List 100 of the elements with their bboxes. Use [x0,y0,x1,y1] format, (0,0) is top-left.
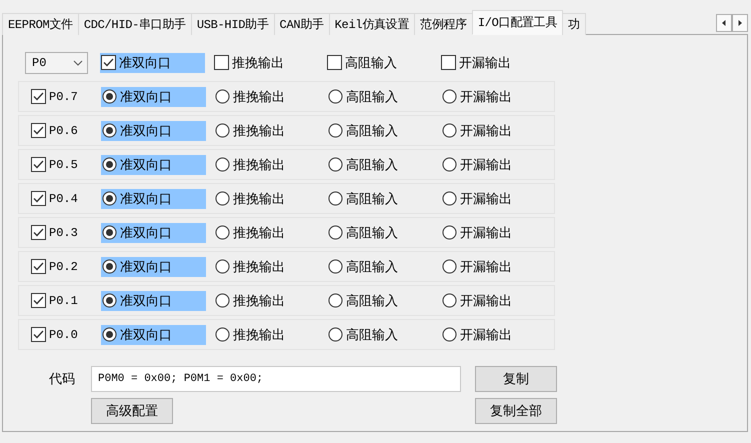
radio-label: 开漏输出 [460,224,512,242]
radio-button[interactable] [442,259,457,274]
copy-all-button[interactable]: 复制全部 [475,398,557,424]
radio-button[interactable] [328,225,343,240]
radio-button[interactable] [102,225,117,240]
pin-label: P0.6 [49,124,78,138]
radio-label: 高阻输入 [346,190,398,208]
tab[interactable]: USB-HID助手 [190,13,275,35]
radio-button[interactable] [102,191,117,206]
pin-label: P0.4 [49,192,78,206]
pin-label: P0.7 [49,90,78,104]
radio-button[interactable] [328,123,343,138]
radio-label: 高阻输入 [346,326,398,344]
radio-button[interactable] [102,157,117,172]
radio-label: 高阻输入 [346,122,398,140]
radio-button[interactable] [442,293,457,308]
radio-label: 准双向口 [120,224,172,242]
checkbox-label: 开漏输出 [459,54,511,72]
radio-label: 开漏输出 [460,326,512,344]
advanced-config-button[interactable]: 高级配置 [91,398,173,424]
radio-button[interactable] [328,191,343,206]
checkbox[interactable] [31,89,46,104]
radio-button[interactable] [442,157,457,172]
radio-button[interactable] [215,293,230,308]
radio-button[interactable] [442,123,457,138]
checkbox-label: 准双向口 [119,54,171,72]
code-label: 代码 [49,371,75,388]
radio-button[interactable] [215,327,230,342]
tab[interactable]: 功 [562,13,586,35]
radio-label: 开漏输出 [460,292,512,310]
checkbox[interactable] [31,259,46,274]
copy-button[interactable]: 复制 [475,366,557,392]
radio-label: 推挽输出 [233,292,285,310]
pin-label: P0.5 [49,158,78,172]
radio-label: 高阻输入 [346,156,398,174]
tab[interactable]: CDC/HID-串口助手 [78,13,192,35]
radio-label: 开漏输出 [460,156,512,174]
radio-label: 开漏输出 [460,88,512,106]
radio-button[interactable] [215,225,230,240]
scroll-right-icon[interactable] [732,14,748,32]
tab[interactable]: CAN助手 [274,13,330,35]
radio-button[interactable] [215,89,230,104]
radio-button[interactable] [442,89,457,104]
radio-button[interactable] [442,191,457,206]
checkbox[interactable] [327,55,342,70]
radio-label: 推挽输出 [233,156,285,174]
checkbox[interactable] [31,327,46,342]
radio-label: 推挽输出 [233,258,285,276]
radio-button[interactable] [215,123,230,138]
radio-label: 高阻输入 [346,224,398,242]
radio-button[interactable] [102,293,117,308]
tab[interactable]: Keil仿真设置 [328,13,416,35]
radio-label: 高阻输入 [346,292,398,310]
pin-label: P0.0 [49,328,78,342]
radio-label: 推挽输出 [233,190,285,208]
pin-label: P0.2 [49,260,78,274]
radio-button[interactable] [102,89,117,104]
radio-button[interactable] [328,89,343,104]
checkbox[interactable] [31,293,46,308]
radio-button[interactable] [442,327,457,342]
radio-button[interactable] [215,259,230,274]
radio-button[interactable] [442,225,457,240]
radio-button[interactable] [328,327,343,342]
radio-label: 开漏输出 [460,122,512,140]
pin-label: P0.3 [49,226,78,240]
radio-button[interactable] [328,293,343,308]
radio-button[interactable] [328,259,343,274]
radio-label: 准双向口 [120,326,172,344]
checkbox-label: 高阻输入 [345,54,397,72]
checkbox[interactable] [214,55,229,70]
radio-button[interactable] [328,157,343,172]
radio-button[interactable] [215,191,230,206]
checkbox[interactable] [31,157,46,172]
radio-label: 推挽输出 [233,122,285,140]
port-dropdown[interactable]: P0 [25,52,88,74]
radio-label: 准双向口 [120,190,172,208]
checkbox[interactable] [101,55,116,70]
radio-label: 推挽输出 [233,326,285,344]
radio-button[interactable] [102,123,117,138]
radio-button[interactable] [102,327,117,342]
code-field[interactable]: P0M0 = 0x00; P0M1 = 0x00; [91,366,461,392]
radio-button[interactable] [102,259,117,274]
checkbox[interactable] [441,55,456,70]
radio-label: 准双向口 [120,156,172,174]
radio-button[interactable] [215,157,230,172]
radio-label: 高阻输入 [346,88,398,106]
radio-label: 准双向口 [120,258,172,276]
radio-label: 准双向口 [120,122,172,140]
tab[interactable]: 范例程序 [414,13,473,35]
checkbox[interactable] [31,225,46,240]
tab[interactable]: EEPROM文件 [2,13,79,35]
radio-label: 开漏输出 [460,190,512,208]
pin-label: P0.1 [49,294,78,308]
radio-label: 高阻输入 [346,258,398,276]
radio-label: 准双向口 [120,88,172,106]
scroll-left-icon[interactable] [716,14,732,32]
checkbox[interactable] [31,123,46,138]
tab[interactable]: I/O口配置工具 [472,10,564,35]
checkbox[interactable] [31,191,46,206]
radio-label: 推挽输出 [233,224,285,242]
